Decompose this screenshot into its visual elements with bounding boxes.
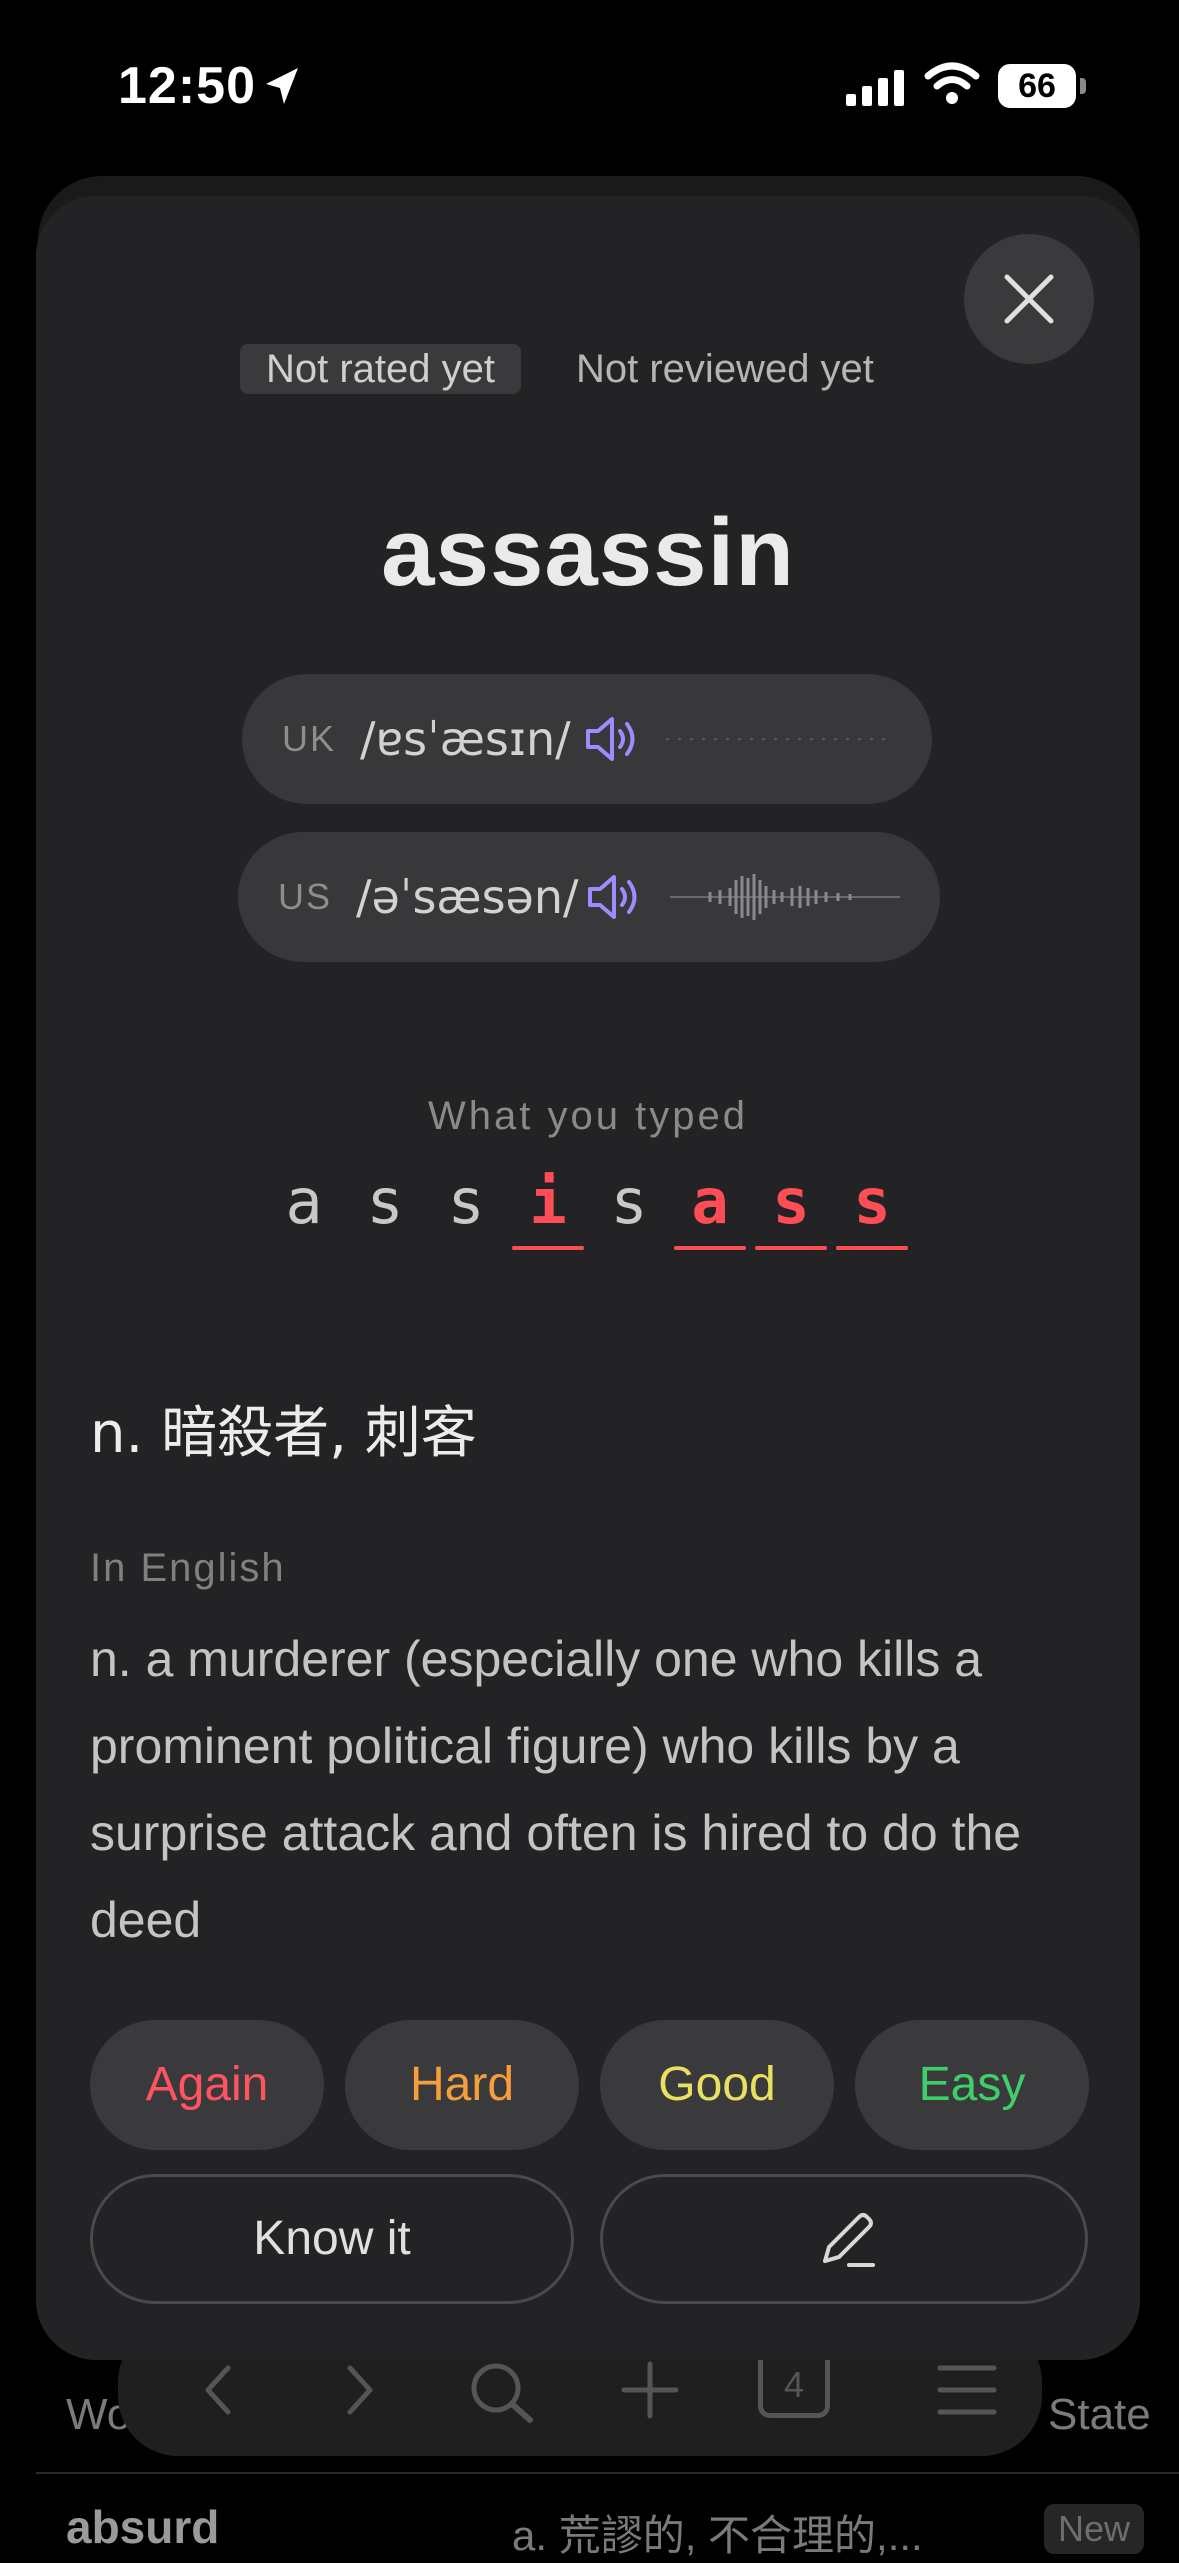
region-label: US xyxy=(278,876,333,917)
typed-letter: s xyxy=(610,1165,648,1238)
waveform-placeholder xyxy=(666,738,886,740)
review-status-text: Not reviewed yet xyxy=(576,347,874,391)
plus-icon[interactable] xyxy=(620,2360,680,2420)
pencil-icon xyxy=(823,2213,875,2267)
pronunciation-uk[interactable]: UK /ɐsˈæsɪn/ xyxy=(242,674,932,804)
word-title: assassin xyxy=(381,499,795,606)
typed-letters: a s s i s a s s xyxy=(36,1162,1140,1252)
good-button[interactable]: Good xyxy=(600,2020,834,2150)
speaker-icon[interactable] xyxy=(586,872,644,922)
list-item-word[interactable]: absurd xyxy=(66,2500,219,2554)
queue-count-button[interactable]: 4 xyxy=(758,2358,830,2418)
typed-label: What you typed xyxy=(428,1094,748,1138)
chevron-right-icon[interactable] xyxy=(340,2360,380,2420)
column-header-state: State xyxy=(1048,2390,1151,2439)
pronunciation-us[interactable]: US /əˈsæsən/ xyxy=(238,832,940,962)
word-card-sheet: Not rated yet Not reviewed yet assassin … xyxy=(36,196,1140,2360)
speaker-icon[interactable] xyxy=(584,714,642,764)
divider xyxy=(36,2472,1179,2474)
typed-letter-wrong: s xyxy=(836,1162,908,1250)
edit-button[interactable] xyxy=(600,2174,1088,2304)
list-item-definition: a. 荒謬的, 不合理的,... xyxy=(512,2512,923,2559)
easy-button[interactable]: Easy xyxy=(855,2020,1089,2150)
region-label: UK xyxy=(282,718,337,759)
typed-letter: s xyxy=(366,1165,404,1238)
typed-letter: s xyxy=(447,1165,485,1238)
typed-letter-wrong: i xyxy=(512,1162,584,1250)
ipa-text: /əˈsæsən/ xyxy=(356,870,579,924)
know-it-button[interactable]: Know it xyxy=(90,2174,574,2304)
search-icon[interactable] xyxy=(468,2360,538,2424)
close-button[interactable] xyxy=(964,234,1094,364)
ipa-text: /ɐsˈæsɪn/ xyxy=(360,712,571,766)
audio-waveform xyxy=(670,874,900,920)
typed-letter-wrong: a xyxy=(674,1162,746,1250)
chevron-left-icon[interactable] xyxy=(198,2360,238,2420)
definition-chinese: n. 暗殺者, 刺客 xyxy=(90,1401,477,1466)
close-icon xyxy=(1004,274,1054,324)
typed-letter-wrong: s xyxy=(755,1162,827,1250)
definition-english: n. a murderer (especially one who kills … xyxy=(90,1631,1022,1948)
rating-status-badge: Not rated yet xyxy=(240,344,522,394)
menu-icon[interactable] xyxy=(936,2360,998,2420)
status-badge: New xyxy=(1044,2504,1145,2554)
hard-button[interactable]: Hard xyxy=(345,2020,579,2150)
typed-letter: a xyxy=(285,1165,323,1238)
again-button[interactable]: Again xyxy=(90,2020,324,2150)
english-section-label: In English xyxy=(90,1546,286,1590)
